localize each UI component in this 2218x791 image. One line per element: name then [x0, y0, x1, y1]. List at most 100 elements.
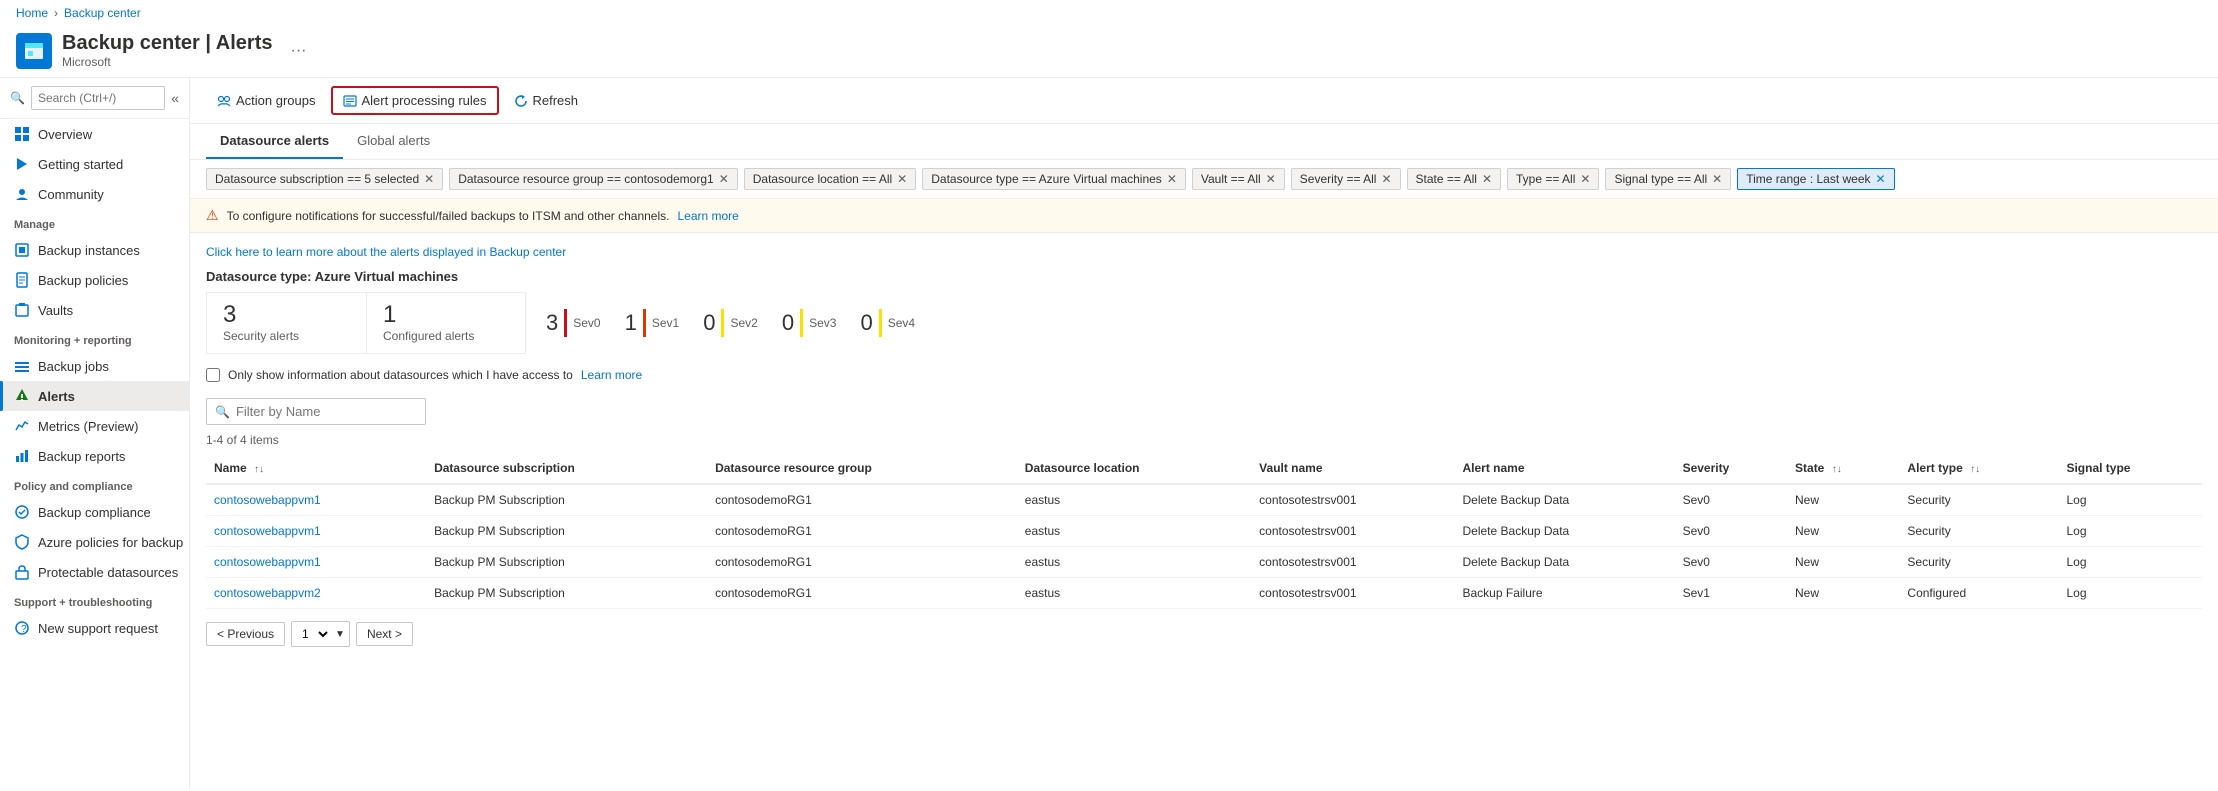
- sev4-bar: [879, 309, 882, 337]
- page-number-select[interactable]: 1: [292, 622, 331, 646]
- sidebar-item-vaults[interactable]: Vaults: [0, 295, 189, 325]
- filter-chip-resource-group[interactable]: Datasource resource group == contosodemo…: [449, 168, 738, 190]
- page-title: Backup center | Alerts: [62, 32, 273, 55]
- checkbox-label: Only show information about datasources …: [228, 368, 573, 382]
- learn-more-link[interactable]: Click here to learn more about the alert…: [206, 245, 2202, 259]
- table-row[interactable]: contosowebappvm1Backup PM Subscriptionco…: [206, 516, 2202, 547]
- search-input[interactable]: [31, 86, 165, 110]
- filter-chip-datasource-type[interactable]: Datasource type == Azure Virtual machine…: [922, 168, 1186, 190]
- backup-compliance-icon: [14, 504, 30, 520]
- datasource-type-label: Datasource type: Azure Virtual machines: [206, 265, 2202, 292]
- sidebar-item-community[interactable]: Community: [0, 179, 189, 209]
- page-header-more[interactable]: ···: [291, 42, 307, 60]
- filter-chip-type[interactable]: Type == All ✕: [1507, 168, 1599, 190]
- breadcrumb: Home › Backup center: [0, 0, 2218, 26]
- sidebar-item-protectable-datasources[interactable]: Protectable datasources: [0, 557, 189, 587]
- sev3-bar: [800, 309, 803, 337]
- filter-search-icon: 🔍: [215, 405, 230, 419]
- filter-chip-state[interactable]: State == All ✕: [1407, 168, 1501, 190]
- sidebar-item-alerts[interactable]: Alerts: [0, 381, 189, 411]
- sidebar-item-azure-policies[interactable]: Azure policies for backup: [0, 527, 189, 557]
- filter-remove-icon[interactable]: ✕: [1381, 172, 1391, 186]
- filter-remove-icon[interactable]: ✕: [1876, 172, 1886, 186]
- sidebar-item-backup-jobs[interactable]: Backup jobs: [0, 351, 189, 381]
- alert-processing-rules-icon: [343, 94, 357, 108]
- filter-chip-time-range[interactable]: Time range : Last week ✕: [1737, 168, 1894, 190]
- col-alert-type[interactable]: Alert type ↑↓: [1899, 453, 2058, 484]
- filter-chip-subscription[interactable]: Datasource subscription == 5 selected ✕: [206, 168, 443, 190]
- next-button[interactable]: Next >: [356, 622, 413, 646]
- sidebar-item-backup-reports[interactable]: Backup reports: [0, 441, 189, 471]
- tab-datasource-alerts[interactable]: Datasource alerts: [206, 124, 343, 159]
- pagination: < Previous 1 ▼ Next >: [190, 609, 2218, 659]
- search-icon: 🔍: [10, 91, 25, 105]
- sidebar-item-backup-policies[interactable]: Backup policies: [0, 265, 189, 295]
- action-groups-button[interactable]: Action groups: [206, 87, 327, 114]
- filter-bar: Datasource subscription == 5 selected ✕ …: [190, 160, 2218, 198]
- alert-processing-rules-button[interactable]: Alert processing rules: [331, 86, 499, 115]
- filter-remove-icon[interactable]: ✕: [897, 172, 907, 186]
- vaults-icon: [14, 302, 30, 318]
- filter-remove-icon[interactable]: ✕: [1167, 172, 1177, 186]
- filter-input-container: 🔍: [206, 398, 426, 425]
- sev4-label: Sev4: [888, 316, 915, 330]
- sidebar-item-label: Metrics (Preview): [38, 419, 138, 434]
- sev-stats: 3 Sev0 1 Sev1 0 Sev2 0: [526, 299, 935, 347]
- col-vault-name: Vault name: [1251, 453, 1454, 484]
- sidebar-item-label: Backup instances: [38, 243, 140, 258]
- filter-chip-signal-type[interactable]: Signal type == All ✕: [1605, 168, 1731, 190]
- azure-policies-icon: [14, 534, 30, 550]
- breadcrumb-home[interactable]: Home: [16, 6, 48, 20]
- tab-global-alerts[interactable]: Global alerts: [343, 124, 444, 159]
- sidebar: 🔍 « Overview Getting started C: [0, 78, 190, 789]
- sidebar-item-label: Getting started: [38, 157, 123, 172]
- page-select: 1 ▼: [291, 621, 350, 647]
- sidebar-item-backup-compliance[interactable]: Backup compliance: [0, 497, 189, 527]
- stat-card-configured-alerts[interactable]: 1 Configured alerts: [366, 292, 526, 354]
- stat-card-security-alerts[interactable]: 3 Security alerts: [206, 292, 366, 354]
- sev4-num: 0: [860, 310, 872, 336]
- sidebar-item-getting-started[interactable]: Getting started: [0, 149, 189, 179]
- filter-chip-severity[interactable]: Severity == All ✕: [1291, 168, 1401, 190]
- sidebar-item-backup-instances[interactable]: Backup instances: [0, 235, 189, 265]
- sidebar-item-label: Community: [38, 187, 104, 202]
- section-support: Support + troubleshooting: [0, 587, 189, 613]
- previous-button[interactable]: < Previous: [206, 622, 285, 646]
- action-groups-label: Action groups: [236, 93, 316, 108]
- filter-chip-location[interactable]: Datasource location == All ✕: [744, 168, 916, 190]
- breadcrumb-section[interactable]: Backup center: [64, 6, 141, 20]
- table-row[interactable]: contosowebappvm2Backup PM Subscriptionco…: [206, 578, 2202, 609]
- col-name[interactable]: Name ↑↓: [206, 453, 426, 484]
- page-header: Backup center | Alerts Microsoft ···: [0, 26, 2218, 78]
- refresh-button[interactable]: Refresh: [503, 87, 590, 114]
- sidebar-item-new-support-request[interactable]: ? New support request: [0, 613, 189, 643]
- items-count: 1-4 of 4 items: [190, 429, 2218, 453]
- sev1-num: 1: [625, 310, 637, 336]
- table-row[interactable]: contosowebappvm1Backup PM Subscriptionco…: [206, 484, 2202, 516]
- filter-remove-icon[interactable]: ✕: [1712, 172, 1722, 186]
- filter-chip-vault[interactable]: Vault == All ✕: [1192, 168, 1285, 190]
- sev0-num: 3: [546, 310, 558, 336]
- sort-icon: ↑↓: [254, 464, 264, 475]
- backup-reports-icon: [14, 448, 30, 464]
- sev1-bar: [643, 309, 646, 337]
- col-state[interactable]: State ↑↓: [1787, 453, 1899, 484]
- collapse-button[interactable]: «: [171, 90, 179, 106]
- toolbar: Action groups Alert processing rules Ref…: [190, 78, 2218, 124]
- filter-remove-icon[interactable]: ✕: [1266, 172, 1276, 186]
- sidebar-item-label: Alerts: [38, 389, 75, 404]
- filter-remove-icon[interactable]: ✕: [1580, 172, 1590, 186]
- info-learn-more-link[interactable]: Learn more: [677, 209, 738, 223]
- sidebar-item-overview[interactable]: Overview: [0, 119, 189, 149]
- sort-icon: ↑↓: [1832, 464, 1842, 475]
- sidebar-item-metrics[interactable]: Metrics (Preview): [0, 411, 189, 441]
- page-header-icon: [16, 33, 52, 69]
- filter-remove-icon[interactable]: ✕: [424, 172, 434, 186]
- checkbox-learn-more-link[interactable]: Learn more: [581, 368, 642, 382]
- filter-remove-icon[interactable]: ✕: [1482, 172, 1492, 186]
- datasource-access-checkbox[interactable]: [206, 368, 220, 382]
- sev3-stat: 0 Sev3: [782, 309, 837, 337]
- filter-by-name-input[interactable]: [236, 404, 417, 419]
- filter-remove-icon[interactable]: ✕: [719, 172, 729, 186]
- table-row[interactable]: contosowebappvm1Backup PM Subscriptionco…: [206, 547, 2202, 578]
